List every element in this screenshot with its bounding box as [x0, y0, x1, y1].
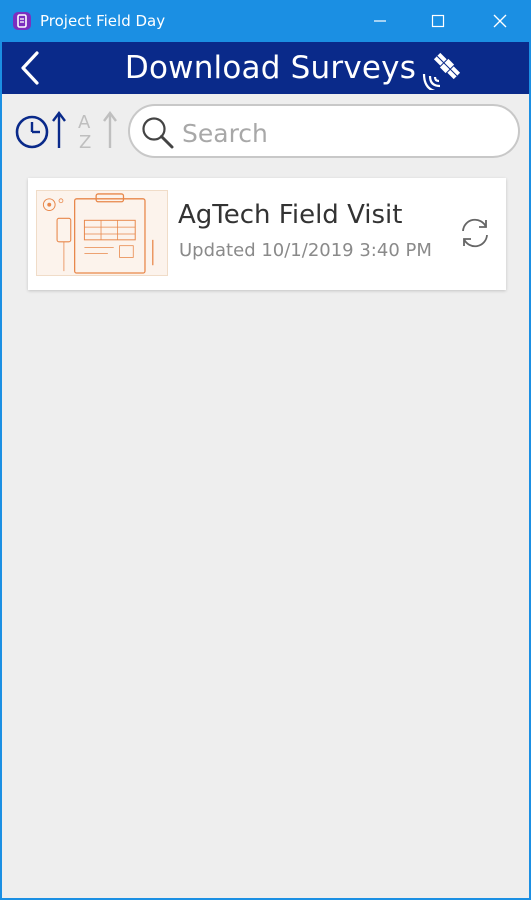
chevron-left-icon [21, 51, 39, 85]
window-titlebar: Project Field Day [0, 0, 531, 42]
minimize-icon [374, 20, 386, 22]
satellite-icon[interactable] [420, 46, 468, 90]
app-header: Download Surveys [2, 42, 529, 94]
clock-sort-icon[interactable] [12, 108, 70, 152]
az-sort-icon[interactable]: A Z [76, 108, 120, 152]
close-icon [493, 14, 507, 28]
survey-title: AgTech Field Visit [178, 200, 403, 230]
search-box[interactable] [128, 104, 520, 158]
maximize-button[interactable] [408, 0, 468, 42]
window-title: Project Field Day [40, 12, 166, 30]
search-input[interactable] [180, 114, 504, 152]
survey-updated-timestamp: Updated 10/1/2019 3:40 PM [179, 240, 432, 261]
maximize-icon [431, 14, 445, 28]
svg-text:Z: Z [79, 132, 91, 152]
minimize-button[interactable] [350, 0, 410, 42]
close-button[interactable] [470, 0, 530, 42]
app-icon [13, 12, 31, 30]
content-area: A Z Search AgTech Field Visit Updated 10… [2, 94, 529, 898]
toolbar: A Z [2, 94, 529, 172]
app-window: Project Field Day Download Surveys A Z S… [0, 0, 531, 900]
svg-text:A: A [78, 112, 91, 133]
back-button[interactable] [10, 50, 50, 86]
search-icon [142, 117, 174, 149]
survey-thumbnail [36, 190, 168, 276]
refresh-icon[interactable] [456, 214, 494, 252]
survey-list-item[interactable]: AgTech Field Visit Updated 10/1/2019 3:4… [28, 178, 506, 290]
